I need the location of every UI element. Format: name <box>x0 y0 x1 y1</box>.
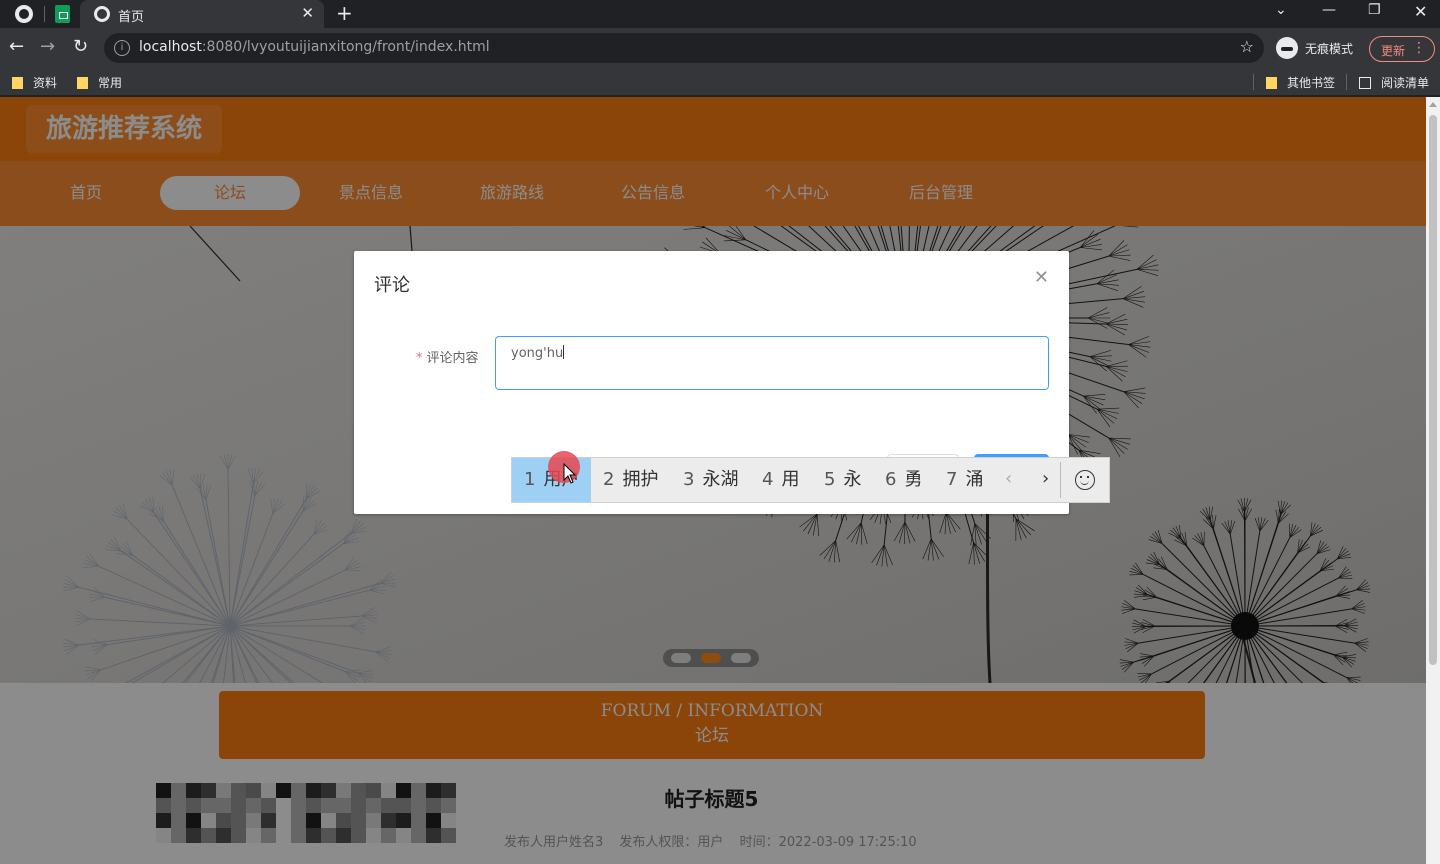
incognito-label: 无痕模式 <box>1305 42 1354 56</box>
ime-candidate-7[interactable]: 7涌 <box>934 458 995 502</box>
new-tab-button[interactable]: + <box>336 1 353 25</box>
update-button[interactable]: 更新 ⋮ <box>1369 36 1435 62</box>
bookmark-other[interactable]: 其他书签 <box>1266 74 1335 91</box>
more-menu-icon: ⋮ <box>1412 40 1426 56</box>
incognito-icon <box>1276 37 1298 59</box>
tab-divider <box>44 6 45 22</box>
dialog-close-icon[interactable]: ✕ <box>1034 267 1049 288</box>
ime-candidate-4[interactable]: 4用 <box>750 458 811 502</box>
reading-list-icon <box>1359 77 1371 89</box>
bookmark-folder-ziliao[interactable]: 资料 <box>12 74 57 91</box>
comment-input-text: yong'hu <box>511 345 565 361</box>
ime-candidate-6[interactable]: 6勇 <box>873 458 934 502</box>
dialog-title: 评论 <box>374 275 410 296</box>
browser-menu-icon[interactable] <box>15 5 33 23</box>
back-button[interactable]: ← <box>9 36 24 57</box>
comment-textarea[interactable]: yong'hu <box>495 336 1049 390</box>
active-tab[interactable]: 首页 ✕ <box>80 0 324 28</box>
ime-divider <box>1060 462 1061 498</box>
bookmark-divider <box>1346 74 1347 90</box>
bookmark-divider <box>1253 74 1254 90</box>
text-caret <box>563 345 565 359</box>
required-asterisk: * <box>416 351 423 366</box>
bookmark-folder-changyong[interactable]: 常用 <box>77 74 122 91</box>
site-info-icon[interactable]: i <box>114 40 130 56</box>
browser-toolbar: ← → ↻ i localhost:8080/lvyoutuijianxiton… <box>0 28 1440 68</box>
bookmark-star-icon[interactable]: ☆ <box>1240 37 1254 56</box>
ime-candidate-2[interactable]: 2 拥护 <box>591 458 670 502</box>
scroll-up-arrow[interactable] <box>1429 102 1437 107</box>
ime-candidate-3[interactable]: 3 永湖 <box>671 458 750 502</box>
mouse-pointer-icon <box>563 463 577 484</box>
folder-icon <box>12 77 23 89</box>
folder-icon <box>1266 77 1277 89</box>
window-close-button[interactable]: ✕ <box>1414 2 1427 21</box>
url-text[interactable]: localhost:8080/lvyoutuijianxitong/front/… <box>139 39 490 55</box>
smiley-icon[interactable] <box>1075 470 1095 490</box>
address-bar[interactable]: i localhost:8080/lvyoutuijianxitong/fron… <box>104 33 1264 63</box>
ime-candidate-5[interactable]: 5永 <box>812 458 873 502</box>
tab-search-icon[interactable]: ⌄ <box>1275 2 1287 18</box>
incognito-indicator[interactable]: 无痕模式 <box>1276 35 1366 61</box>
restore-button[interactable]: ❐ <box>1368 2 1381 18</box>
ime-next-page-icon[interactable]: › <box>1042 468 1049 489</box>
browser-tab-strip: 首页 ✕ + ⌄ — ❐ ✕ <box>0 0 1440 28</box>
folder-icon <box>77 77 88 89</box>
sheets-tab-icon[interactable] <box>55 5 70 23</box>
tab-title: 首页 <box>118 10 145 25</box>
globe-icon <box>94 6 110 22</box>
update-label: 更新 <box>1381 44 1406 58</box>
reload-button[interactable]: ↻ <box>73 36 88 57</box>
bookmarks-bar: 资料 常用 其他书签 阅读清单 <box>0 68 1440 96</box>
ime-prev-page-icon[interactable]: ‹ <box>1005 468 1012 489</box>
scrollbar-thumb[interactable] <box>1429 115 1437 665</box>
reading-list[interactable]: 阅读清单 <box>1359 74 1429 91</box>
minimize-button[interactable]: — <box>1322 2 1336 18</box>
forward-button[interactable]: → <box>40 36 55 57</box>
comment-field-label: * 评论内容 <box>416 351 479 366</box>
ime-candidate-bar: 1用户 2拥护 3永湖 4用 5永 6勇 7涌 ‹ › <box>511 457 1110 503</box>
close-tab-icon[interactable]: ✕ <box>301 4 314 22</box>
page-scrollbar[interactable] <box>1426 97 1440 864</box>
